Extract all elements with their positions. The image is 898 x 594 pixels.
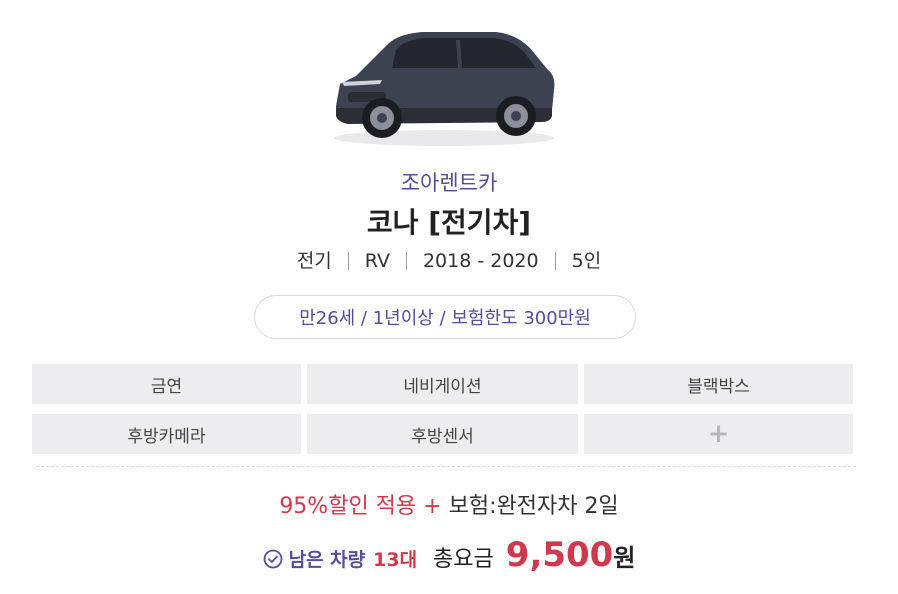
spec-divider [347, 252, 349, 270]
discount-text: 95%할인 적용 + [279, 494, 442, 519]
insurance-text: 보험:완전자차 2일 [448, 494, 619, 519]
remaining-count: 13대 [373, 549, 418, 571]
section-divider [36, 466, 856, 467]
price-row: 남은 차량 13대 총요금 9,500 원 [0, 532, 898, 583]
more-options-button[interactable]: + [584, 414, 853, 454]
check-circle-icon [263, 549, 282, 569]
rental-company-name: 조아렌트카 [400, 171, 498, 195]
rental-condition-badge: 만26세 / 1년이상 / 보험한도 300만원 [254, 295, 636, 339]
spec-seats: 5인 [571, 250, 602, 272]
spec-divider [554, 252, 556, 270]
price-unit: 원 [613, 544, 636, 572]
total-price-amount: 9,500 [505, 535, 614, 575]
rental-car-card[interactable]: 조아렌트카 코나 [전기차] 전기 RV 2018 - 2020 5인 만26세… [0, 0, 898, 594]
option-non-smoking: 금연 [32, 364, 301, 404]
option-rear-sensor: 후방센서 [307, 414, 578, 454]
option-blackbox: 블랙박스 [584, 364, 853, 404]
car-options-grid: 금연 네비게이션 블랙박스 후방카메라 후방센서 + [32, 364, 853, 454]
option-rear-camera: 후방카메라 [32, 414, 301, 454]
spec-years: 2018 - 2020 [422, 250, 539, 272]
car-image [334, 32, 555, 146]
option-navigation: 네비게이션 [307, 364, 578, 404]
remaining-cars: 남은 차량 13대 [289, 537, 417, 583]
spec-fuel: 전기 [296, 250, 332, 272]
plus-icon: + [707, 419, 730, 449]
remaining-label: 남은 차량 [288, 549, 366, 571]
car-model-name: 코나 [전기차] [366, 206, 532, 239]
spec-type: RV [364, 250, 390, 272]
car-specs: 전기 RV 2018 - 2020 5인 [0, 246, 898, 276]
spec-divider [405, 252, 407, 270]
total-price-label: 총요금 [433, 547, 494, 572]
promo-line: 95%할인 적용 + 보험:완전자차 2일 [0, 490, 898, 524]
